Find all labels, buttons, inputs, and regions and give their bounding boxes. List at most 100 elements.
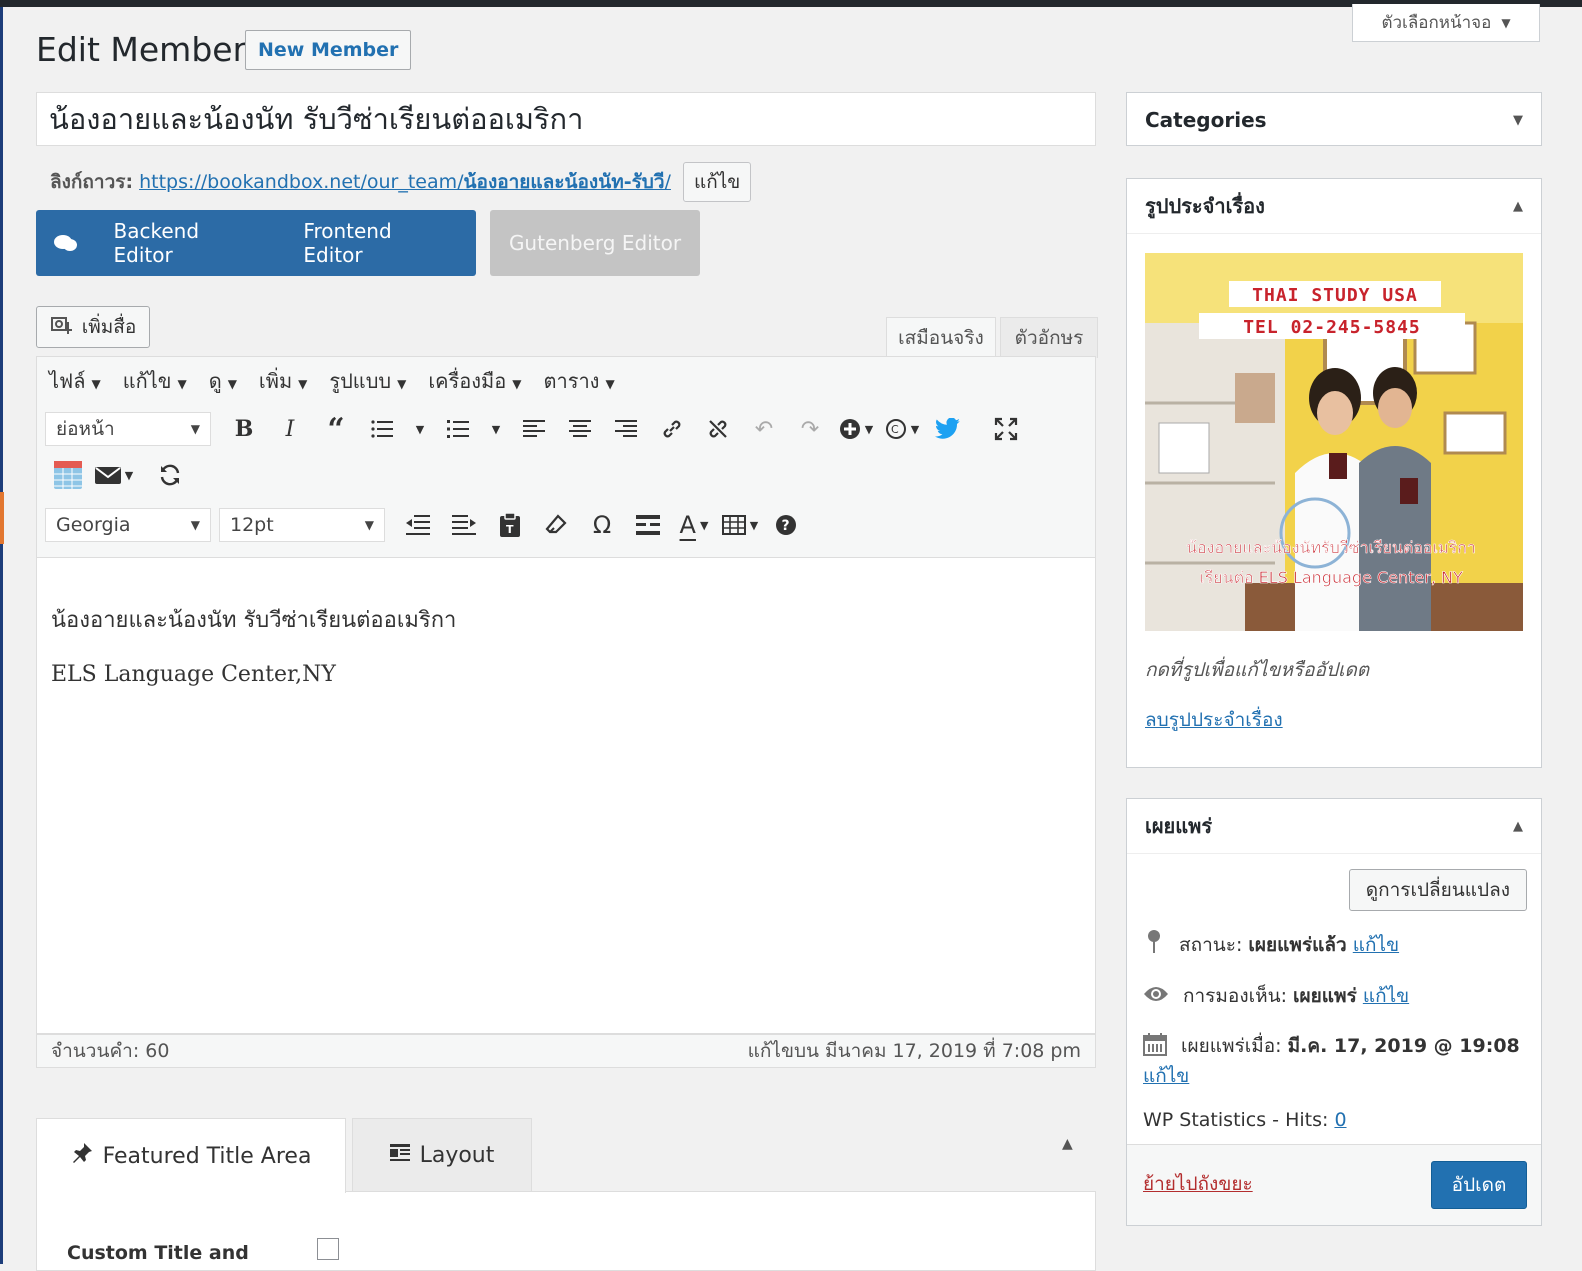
menu-insert[interactable]: เพิ่ม ▼	[259, 365, 307, 397]
admin-menu-indicator	[0, 492, 4, 544]
menu-tools[interactable]: เครื่องมือ ▼	[428, 365, 521, 397]
caret-down-icon: ▼	[1513, 112, 1523, 128]
publish-box: เผยแพร่ ▲ ดูการเปลี่ยนแปลง สถานะ: เผยแพร…	[1126, 798, 1542, 1226]
blockquote-icon[interactable]: “	[313, 411, 359, 447]
gutenberg-editor-button[interactable]: Gutenberg Editor	[490, 210, 700, 276]
twitter-icon[interactable]	[925, 411, 971, 447]
status-value: เผยแพร่แล้ว	[1248, 933, 1347, 956]
font-family-select[interactable]: Georgia ▼	[45, 508, 211, 542]
tab-text[interactable]: ตัวอักษร	[1000, 317, 1098, 358]
content-paragraph-1: น้องอายและน้องนัท รับวีซ่าเรียนต่ออเมริก…	[51, 608, 457, 633]
link-icon[interactable]	[649, 411, 695, 447]
publish-title: เผยแพร่	[1145, 814, 1213, 838]
categories-header[interactable]: Categories ▼	[1127, 93, 1541, 147]
post-title-input[interactable]: น้องอายและน้องนัท รับวีซ่าเรียนต่ออเมริก…	[36, 92, 1096, 146]
paste-text-icon[interactable]: T	[487, 507, 533, 543]
redo-icon[interactable]: ↷	[787, 411, 833, 447]
indent-icon[interactable]	[441, 507, 487, 543]
bold-icon[interactable]: B	[221, 411, 267, 447]
unlink-icon[interactable]	[695, 411, 741, 447]
numbered-list-dropdown-icon[interactable]: ▼	[481, 411, 511, 447]
frontend-editor-button[interactable]: Frontend Editor	[283, 219, 476, 267]
featured-image-title: รูปประจำเรื่อง	[1145, 194, 1265, 218]
move-to-trash-link[interactable]: ย้ายไปถังขยะ	[1143, 1169, 1253, 1199]
menu-file[interactable]: ไฟล์ ▼	[49, 365, 101, 397]
tab-layout[interactable]: Layout	[352, 1118, 532, 1192]
screen-options-label: ตัวเลือกหน้าจอ	[1381, 13, 1492, 33]
new-member-button[interactable]: New Member	[245, 30, 412, 70]
insert-plus-icon[interactable]: ▼	[833, 411, 879, 447]
fullscreen-icon[interactable]	[983, 411, 1029, 447]
layout-icon	[389, 1143, 410, 1168]
tab-featured-title-area[interactable]: Featured Title Area	[36, 1118, 346, 1193]
status-row: สถานะ: เผยแพร่แล้ว แก้ไข	[1143, 929, 1399, 960]
help-icon[interactable]: ?	[763, 507, 809, 543]
svg-text:C: C	[891, 423, 899, 436]
publish-header[interactable]: เผยแพร่ ▲	[1127, 799, 1541, 854]
preview-changes-button[interactable]: ดูการเปลี่ยนแปลง	[1348, 869, 1527, 911]
toolbar-row-3: Georgia ▼ 12pt ▼ T Ω A ▼ ▼ ?	[45, 507, 809, 543]
visibility-row: การมองเห็น: เผยแพร่ แก้ไข	[1143, 981, 1409, 1011]
format-select[interactable]: ย่อหน้า ▼	[45, 412, 211, 446]
visibility-edit-link[interactable]: แก้ไข	[1363, 985, 1409, 1007]
pin-status-icon	[1143, 929, 1165, 960]
menu-table[interactable]: ตาราง ▼	[543, 365, 614, 397]
email-icon[interactable]: ▼	[91, 457, 137, 493]
published-edit-link[interactable]: แก้ไข	[1143, 1061, 1189, 1091]
horizontal-line-icon[interactable]	[625, 507, 671, 543]
pin-icon	[71, 1142, 93, 1170]
menu-format[interactable]: รูปแบบ ▼	[329, 365, 406, 397]
stats-hits-link[interactable]: 0	[1334, 1109, 1346, 1131]
content-paragraph-2: ELS Language Center,NY	[51, 662, 336, 687]
special-character-icon[interactable]: Ω	[579, 507, 625, 543]
align-left-icon[interactable]	[511, 411, 557, 447]
stats-label: WP Statistics - Hits:	[1143, 1109, 1329, 1131]
numbered-list-icon[interactable]	[435, 411, 481, 447]
permalink-edit-button[interactable]: แก้ไข	[682, 162, 752, 202]
status-edit-link[interactable]: แก้ไข	[1353, 934, 1399, 956]
text-color-icon[interactable]: A ▼	[671, 507, 717, 543]
tab-visual[interactable]: เสมือนจริง	[886, 317, 996, 358]
featured-image-box: รูปประจำเรื่อง ▲ THAI STUDY USA TEL 02-2…	[1126, 178, 1542, 768]
undo-icon[interactable]: ↶	[741, 411, 787, 447]
word-count: จำนวนคำ: 60	[51, 1040, 170, 1062]
italic-icon[interactable]: I	[267, 411, 313, 447]
bullet-list-dropdown-icon[interactable]: ▼	[405, 411, 435, 447]
svg-text:เรียนต่อ ELS Language Center,: เรียนต่อ ELS Language Center, NY	[1199, 568, 1463, 587]
menu-view[interactable]: ดู ▼	[209, 365, 237, 397]
update-button[interactable]: อัปเดต	[1431, 1161, 1527, 1209]
eye-icon	[1143, 985, 1169, 1008]
media-icon	[50, 314, 74, 341]
screen-options-button[interactable]: ตัวเลือกหน้าจอ ▼	[1352, 4, 1540, 42]
remove-featured-image-link[interactable]: ลบรูปประจำเรื่อง	[1145, 705, 1283, 735]
table-plugin-icon[interactable]	[45, 457, 91, 493]
page-title: Edit Member	[36, 30, 247, 69]
shortcode-icon[interactable]: C ▼	[879, 411, 925, 447]
clear-formatting-icon[interactable]	[533, 507, 579, 543]
stats-row: WP Statistics - Hits: 0	[1143, 1109, 1347, 1131]
permalink-link[interactable]: https://bookandbox.net/our_team/น้องอายแ…	[139, 167, 671, 197]
add-media-button[interactable]: เพิ่มสื่อ	[36, 306, 150, 348]
page-builder-bar: Backend Editor Frontend Editor	[36, 210, 476, 276]
svg-text:TEL 02-245-5845: TEL 02-245-5845	[1243, 317, 1421, 338]
featured-image-header[interactable]: รูปประจำเรื่อง ▲	[1127, 179, 1541, 234]
bullet-list-icon[interactable]	[359, 411, 405, 447]
font-size-select[interactable]: 12pt ▼	[219, 508, 385, 542]
editor-content[interactable]: น้องอายและน้องนัท รับวีซ่าเรียนต่ออเมริก…	[36, 558, 1096, 1034]
tab-layout-label: Layout	[419, 1142, 495, 1168]
table-icon[interactable]: ▼	[717, 507, 763, 543]
menu-edit[interactable]: แก้ไข ▼	[123, 365, 187, 397]
align-center-icon[interactable]	[557, 411, 603, 447]
custom-title-label: Custom Title and	[67, 1242, 249, 1264]
published-date-row: เผยแพร่เมื่อ: มี.ค. 17, 2019 @ 19:08	[1143, 1031, 1520, 1061]
align-right-icon[interactable]	[603, 411, 649, 447]
featured-image[interactable]: THAI STUDY USA TEL 02-245-5845 น้องอายแล…	[1145, 253, 1523, 631]
custom-title-checkbox[interactable]	[317, 1238, 339, 1260]
backend-editor-button[interactable]: Backend Editor	[94, 219, 284, 267]
metabox-collapse-icon[interactable]: ▲	[1062, 1136, 1073, 1152]
outdent-icon[interactable]	[395, 507, 441, 543]
refresh-icon[interactable]	[147, 457, 193, 493]
caret-up-icon: ▲	[1513, 818, 1523, 834]
publish-actions: ย้ายไปถังขยะ อัปเดต	[1127, 1144, 1541, 1225]
toolbar-row-1: ย่อหน้า ▼ B I “ ▼ ▼ ↶ ↷ ▼ C ▼	[45, 411, 1029, 447]
